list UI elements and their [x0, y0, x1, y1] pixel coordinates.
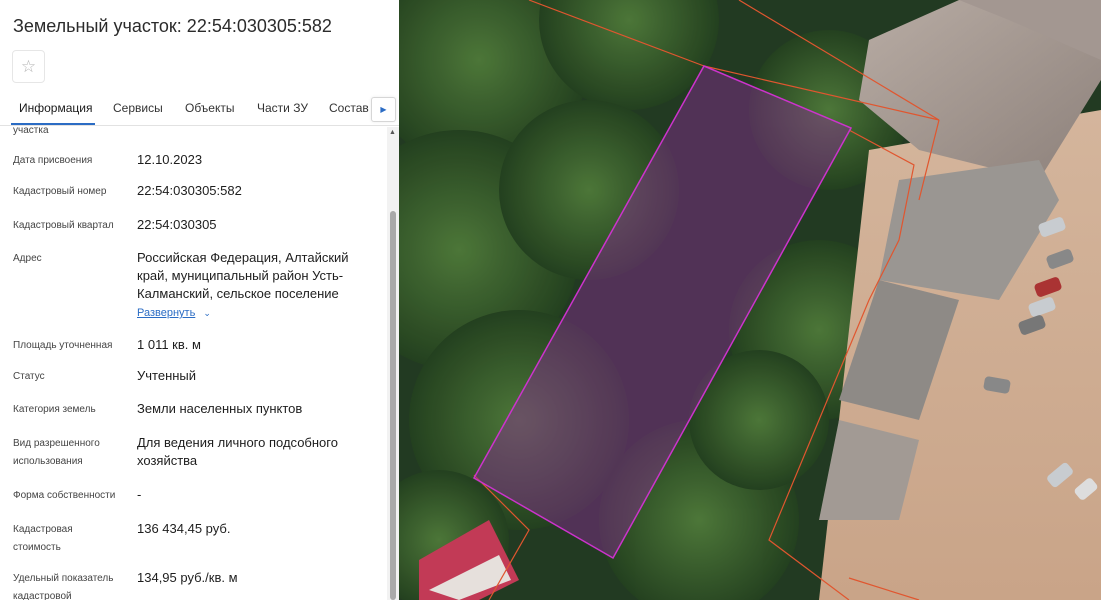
- row-label: Кадастровая стоимость: [13, 524, 73, 553]
- row-label: Вид разрешенного использования: [13, 438, 100, 467]
- active-tab-indicator: [11, 123, 95, 125]
- triangle-right-icon: ▶: [380, 105, 387, 114]
- row-label: Площадь уточненная: [13, 340, 113, 351]
- row-value: 134,95 руб./кв. м: [137, 570, 238, 585]
- row-value: 136 434,45 руб.: [137, 521, 231, 536]
- satellite-map[interactable]: [399, 0, 1101, 600]
- scroll-thumb[interactable]: [390, 211, 396, 600]
- row-value: Для ведения личного подсобного хозяйства: [137, 435, 338, 468]
- row-value: Российская Федерация, Алтайский край, му…: [137, 250, 349, 301]
- row-label: Удельный показатель кадастровой: [13, 573, 114, 600]
- page-title: Земельный участок: 22:54:030305:582: [13, 16, 332, 36]
- row-label: Адрес: [13, 253, 42, 264]
- row-value: 22:54:030305: [137, 217, 217, 232]
- map-canvas: [399, 0, 1101, 600]
- row-value: 22:54:030305:582: [137, 183, 242, 198]
- tab-bar: Информация Сервисы Объекты Части ЗУ Сост…: [0, 92, 399, 126]
- tab-composition[interactable]: Состав: [329, 101, 369, 115]
- chevron-down-icon: ⌄: [203, 308, 211, 318]
- expand-link-label: Развернуть: [137, 307, 196, 319]
- row-label: Категория земель: [13, 404, 96, 415]
- tab-parts[interactable]: Части ЗУ: [257, 101, 308, 115]
- row-label: Форма собственности: [13, 490, 116, 501]
- row-label: Кадастровый квартал: [13, 220, 114, 231]
- tab-services[interactable]: Сервисы: [113, 101, 163, 115]
- star-outline-icon: ☆: [20, 56, 37, 76]
- info-scrollbar[interactable]: ▲: [387, 127, 399, 600]
- row-value: 12.10.2023: [137, 152, 203, 167]
- info-list: участка Дата присвоения 12.10.2023 Кадас…: [0, 127, 387, 600]
- info-panel: Земельный участок: 22:54:030305:582 ☆ Ин…: [0, 0, 399, 600]
- row-label-cut: участка: [13, 127, 49, 136]
- row-label: Кадастровый номер: [13, 186, 107, 197]
- tabs-scroll-right-button[interactable]: ▶: [371, 97, 396, 122]
- row-value: Учтенный: [137, 368, 197, 383]
- tab-information[interactable]: Информация: [19, 101, 92, 115]
- favorite-button[interactable]: ☆: [12, 50, 45, 83]
- tab-objects[interactable]: Объекты: [185, 101, 235, 115]
- row-value: 1 011 кв. м: [137, 337, 201, 352]
- row-label: Дата присвоения: [13, 155, 93, 166]
- row-value: Земли населенных пунктов: [137, 401, 303, 416]
- scroll-up-arrow-icon[interactable]: ▲: [389, 129, 396, 136]
- row-value: -: [137, 487, 142, 502]
- row-label: Статус: [13, 371, 45, 382]
- expand-address-link[interactable]: Развернуть ⌄: [137, 307, 211, 319]
